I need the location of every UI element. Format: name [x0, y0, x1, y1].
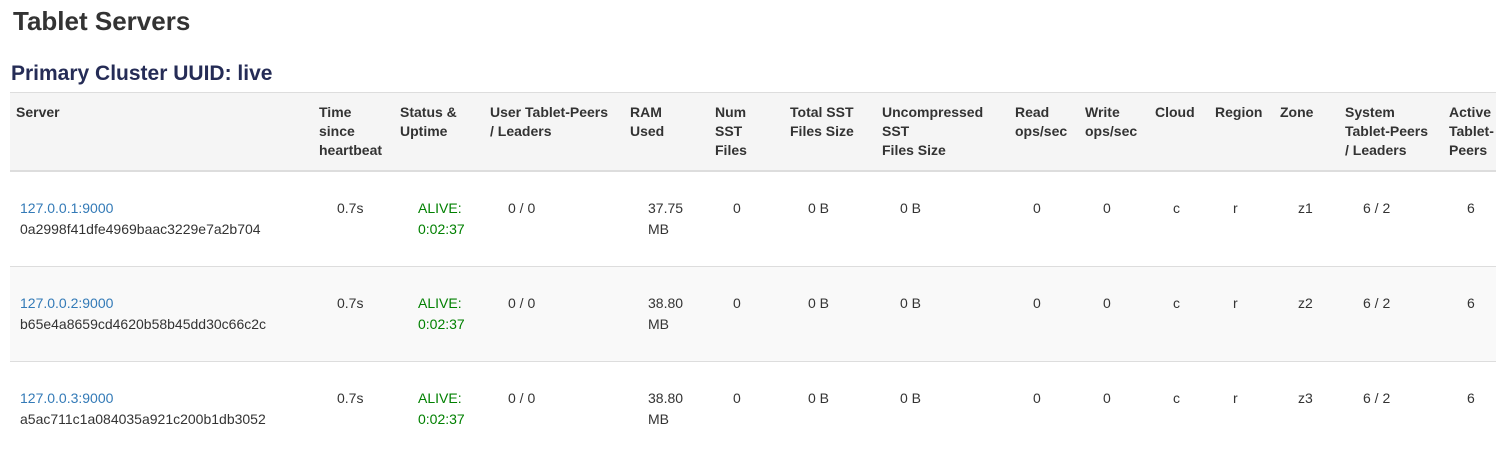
- column-header-status-uptime: Status & Uptime: [392, 93, 482, 172]
- server-cell: 127.0.0.2:9000 b65e4a8659cd4620b58b45dd3…: [10, 267, 311, 362]
- region-value: r: [1207, 362, 1272, 456]
- total-sst-size-value: 0 B: [782, 171, 874, 267]
- read-ops-value: 0: [1007, 267, 1077, 362]
- num-sst-files-value: 0: [707, 267, 782, 362]
- ram-used-value: 38.80 MB: [622, 362, 707, 456]
- column-header-ram-used: RAM Used: [622, 93, 707, 172]
- active-tablet-peers-value: 6: [1441, 362, 1496, 456]
- active-tablet-peers-value: 6: [1441, 171, 1496, 267]
- server-uuid: a5ac711c1a084035a921c200b1db3052: [20, 409, 303, 430]
- column-header-num-sst-files: Num SST Files: [707, 93, 782, 172]
- column-header-read-ops: Read ops/sec: [1007, 93, 1077, 172]
- server-address-link[interactable]: 127.0.0.1:9000: [20, 198, 303, 219]
- ram-used-value: 37.75 MB: [622, 171, 707, 267]
- table-header-row: Server Time since heartbeat Status & Upt…: [10, 93, 1496, 172]
- user-tablet-peers-value: 0 / 0: [482, 267, 622, 362]
- server-uuid: 0a2998f41dfe4969baac3229e7a2b704: [20, 219, 303, 240]
- read-ops-value: 0: [1007, 171, 1077, 267]
- cloud-value: c: [1147, 267, 1207, 362]
- uncompressed-sst-size-value: 0 B: [874, 171, 1007, 267]
- system-tablet-peers-value: 6 / 2: [1337, 171, 1441, 267]
- user-tablet-peers-value: 0 / 0: [482, 362, 622, 456]
- status-uptime-value: ALIVE: 0:02:37: [392, 267, 482, 362]
- server-cell: 127.0.0.3:9000 a5ac711c1a084035a921c200b…: [10, 362, 311, 456]
- column-header-zone: Zone: [1272, 93, 1337, 172]
- zone-value: z1: [1272, 171, 1337, 267]
- server-uuid: b65e4a8659cd4620b58b45dd30c66c2c: [20, 314, 303, 335]
- table-row: 127.0.0.2:9000 b65e4a8659cd4620b58b45dd3…: [10, 267, 1496, 362]
- server-address-link[interactable]: 127.0.0.3:9000: [20, 388, 303, 409]
- column-header-time-since-heartbeat: Time since heartbeat: [311, 93, 392, 172]
- column-header-uncompressed-sst-size: Uncompressed SST Files Size: [874, 93, 1007, 172]
- cloud-value: c: [1147, 171, 1207, 267]
- server-address-link[interactable]: 127.0.0.2:9000: [20, 293, 303, 314]
- time-since-heartbeat-value: 0.7s: [311, 171, 392, 267]
- column-header-user-tablet-peers: User Tablet-Peers / Leaders: [482, 93, 622, 172]
- system-tablet-peers-value: 6 / 2: [1337, 267, 1441, 362]
- zone-value: z3: [1272, 362, 1337, 456]
- table-row: 127.0.0.1:9000 0a2998f41dfe4969baac3229e…: [10, 171, 1496, 267]
- active-tablet-peers-value: 6: [1441, 267, 1496, 362]
- column-header-write-ops: Write ops/sec: [1077, 93, 1147, 172]
- server-cell: 127.0.0.1:9000 0a2998f41dfe4969baac3229e…: [10, 171, 311, 267]
- column-header-server: Server: [10, 93, 311, 172]
- read-ops-value: 0: [1007, 362, 1077, 456]
- column-header-cloud: Cloud: [1147, 93, 1207, 172]
- region-value: r: [1207, 171, 1272, 267]
- status-uptime-value: ALIVE: 0:02:37: [392, 362, 482, 456]
- tablet-servers-page: Tablet Servers Primary Cluster UUID: liv…: [0, 0, 1510, 456]
- region-value: r: [1207, 267, 1272, 362]
- time-since-heartbeat-value: 0.7s: [311, 267, 392, 362]
- user-tablet-peers-value: 0 / 0: [482, 171, 622, 267]
- table-row: 127.0.0.3:9000 a5ac711c1a084035a921c200b…: [10, 362, 1496, 456]
- tablet-servers-table: Server Time since heartbeat Status & Upt…: [10, 92, 1496, 456]
- time-since-heartbeat-value: 0.7s: [311, 362, 392, 456]
- system-tablet-peers-value: 6 / 2: [1337, 362, 1441, 456]
- uncompressed-sst-size-value: 0 B: [874, 362, 1007, 456]
- cluster-uuid-subtitle: Primary Cluster UUID: live: [11, 61, 1496, 86]
- total-sst-size-value: 0 B: [782, 267, 874, 362]
- column-header-system-tablet-peers: System Tablet-Peers / Leaders: [1337, 93, 1441, 172]
- total-sst-size-value: 0 B: [782, 362, 874, 456]
- column-header-active-tablet-peers: Active Tablet- Peers: [1441, 93, 1496, 172]
- page-title: Tablet Servers: [13, 6, 1496, 36]
- zone-value: z2: [1272, 267, 1337, 362]
- write-ops-value: 0: [1077, 171, 1147, 267]
- ram-used-value: 38.80 MB: [622, 267, 707, 362]
- uncompressed-sst-size-value: 0 B: [874, 267, 1007, 362]
- write-ops-value: 0: [1077, 362, 1147, 456]
- column-header-region: Region: [1207, 93, 1272, 172]
- write-ops-value: 0: [1077, 267, 1147, 362]
- cloud-value: c: [1147, 362, 1207, 456]
- status-uptime-value: ALIVE: 0:02:37: [392, 171, 482, 267]
- num-sst-files-value: 0: [707, 171, 782, 267]
- num-sst-files-value: 0: [707, 362, 782, 456]
- column-header-total-sst-size: Total SST Files Size: [782, 93, 874, 172]
